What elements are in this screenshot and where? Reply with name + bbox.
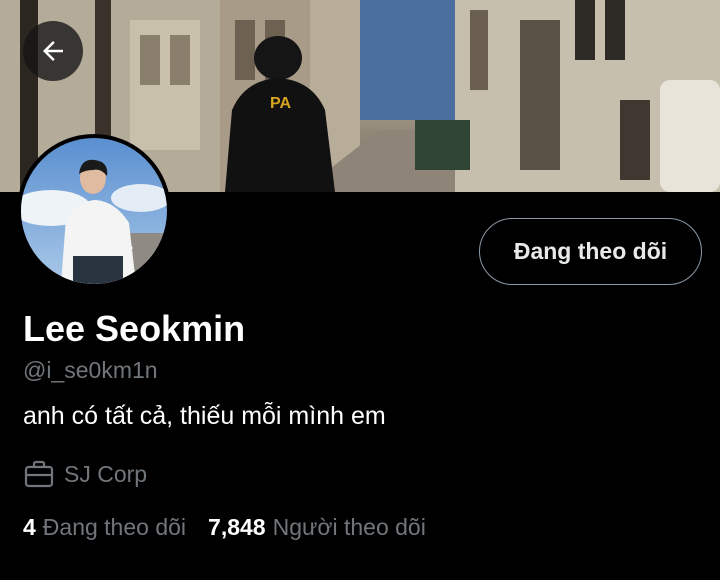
- arrow-left-icon: [43, 41, 63, 61]
- following-count: 4: [23, 514, 36, 540]
- briefcase-icon: [24, 460, 54, 488]
- avatar[interactable]: [17, 134, 171, 288]
- display-name: Lee Seokmin: [23, 308, 246, 349]
- followers-count: 7,848: [208, 514, 266, 540]
- back-button[interactable]: [23, 21, 83, 81]
- following-button-label: Đang theo dõi: [513, 238, 668, 264]
- followers-label: Người theo dõi: [272, 514, 426, 540]
- following-button[interactable]: Đang theo dõi: [479, 218, 702, 285]
- svg-text:PA: PA: [270, 95, 291, 112]
- avatar-photo: [21, 138, 167, 284]
- profile-stats: 4 Đang theo dõi 7,848 Người theo dõi: [23, 514, 426, 541]
- work-info: SJ Corp: [23, 459, 147, 489]
- following-stat[interactable]: 4 Đang theo dõi: [23, 514, 186, 541]
- user-handle: @i_se0km1n: [23, 357, 158, 383]
- bio: anh có tất cả, thiếu mỗi mình em: [23, 402, 386, 430]
- followers-stat[interactable]: 7,848 Người theo dõi: [208, 514, 426, 541]
- following-label: Đang theo dõi: [42, 514, 187, 540]
- work-label: SJ Corp: [64, 460, 148, 487]
